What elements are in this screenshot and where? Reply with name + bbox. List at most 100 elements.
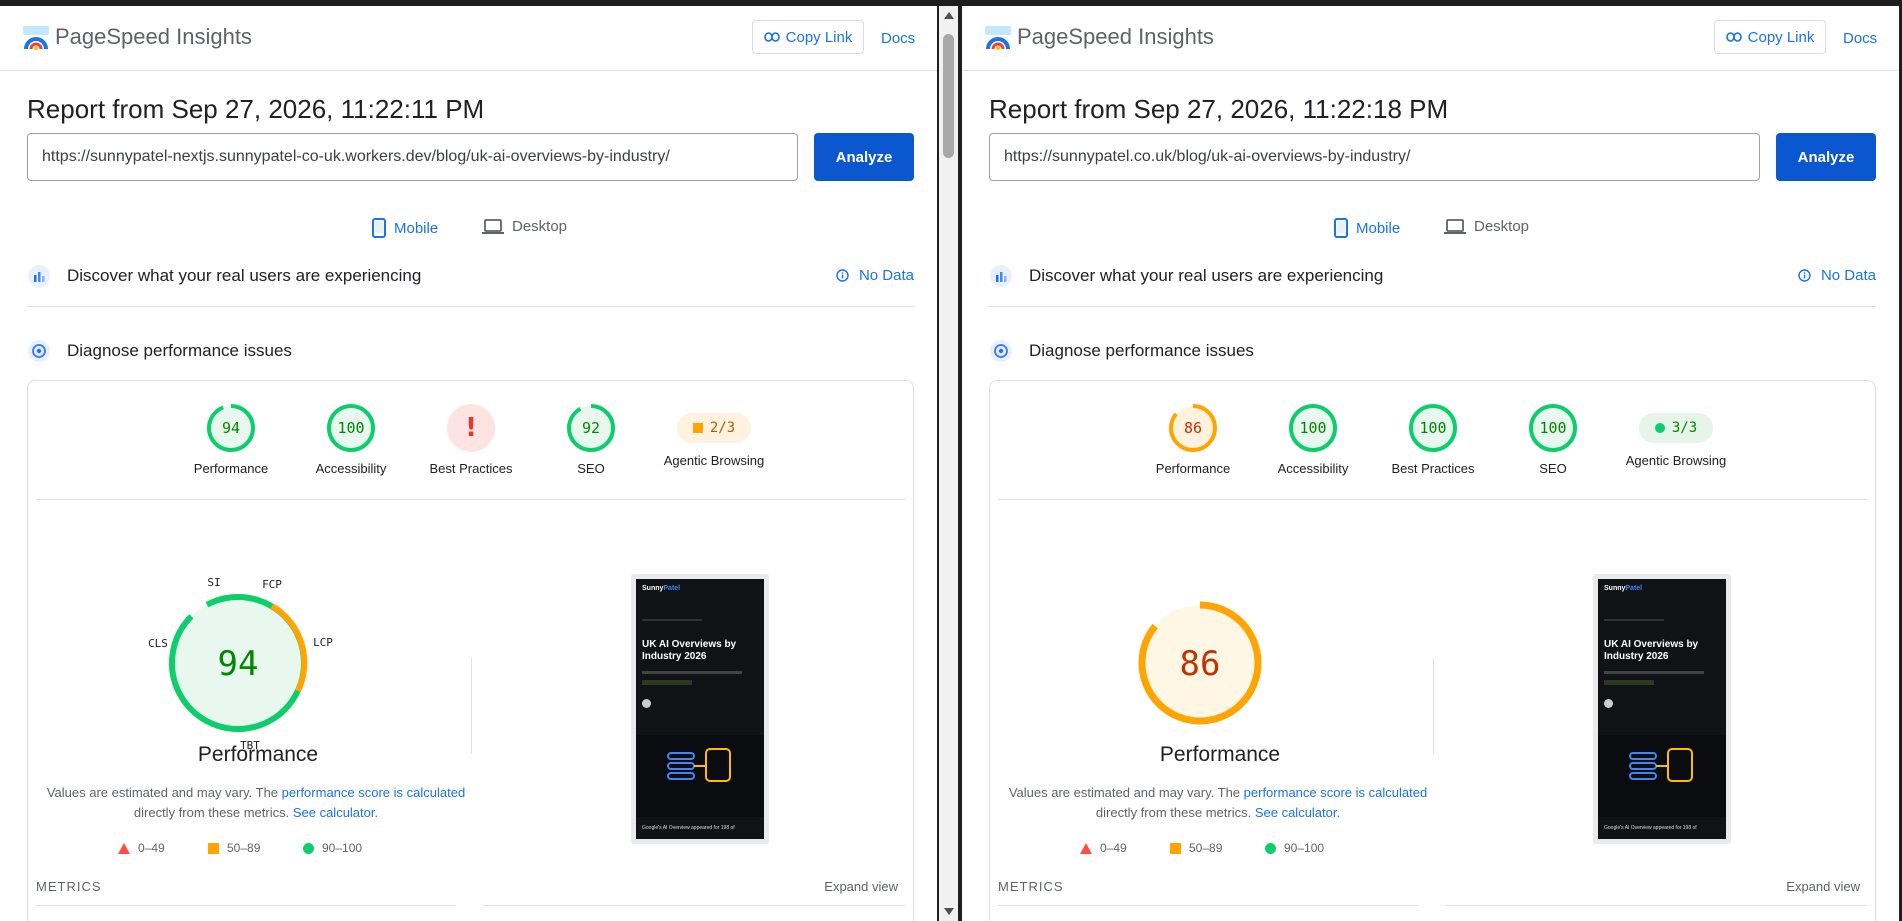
screenshot-brand-b: Patel <box>663 585 681 592</box>
score-calculated-link[interactable]: performance score is calculated <box>282 785 466 800</box>
score-calculated-link[interactable]: performance score is calculated <box>1244 785 1428 800</box>
metrics-divider <box>483 905 905 906</box>
gauge-accessibility[interactable]: 100 Accessibility <box>1258 403 1368 476</box>
url-input[interactable]: https://sunnypatel.co.uk/blog/uk-ai-over… <box>989 133 1760 181</box>
score-legend: 0–49 50–89 90–100 <box>118 841 418 861</box>
section-divider <box>27 306 914 307</box>
copy-link-button[interactable]: Copy Link <box>1714 20 1826 54</box>
card-divider <box>36 499 905 500</box>
gauge-best-practices[interactable]: ! Best Practices <box>416 403 526 476</box>
performance-big-gauge: 86 <box>1110 571 1330 761</box>
gauge-best-practices-score: ! <box>465 413 477 443</box>
gauge-accessibility[interactable]: 100 Accessibility <box>296 403 406 476</box>
no-data-link[interactable]: No Data <box>1798 267 1876 284</box>
tab-desktop[interactable]: Desktop <box>1444 218 1529 235</box>
users-crux-icon <box>28 265 50 287</box>
docs-link[interactable]: Docs <box>1843 30 1877 47</box>
metrics-heading: METRICS <box>998 879 1064 894</box>
diagnose-section: Diagnose performance issues <box>27 331 914 371</box>
gauge-seo-score: 92 <box>582 419 600 437</box>
gauge-performance-label: Performance <box>1155 461 1231 476</box>
brand-title: PageSpeed Insights <box>55 24 252 49</box>
page-screenshot: SunnyPatel UK AI Overviews by Industry 20… <box>631 574 769 844</box>
copy-link-label: Copy Link <box>1747 28 1815 46</box>
page-screenshot: SunnyPatel UK AI Overviews by Industry 20… <box>1593 574 1731 844</box>
gauge-best-practices[interactable]: 100 Best Practices <box>1378 403 1488 476</box>
performance-title: Performance <box>1159 743 1281 766</box>
screenshot-headline-2: Industry 2026 <box>642 651 707 662</box>
scroll-thumb[interactable] <box>943 34 954 158</box>
metrics-divider <box>1445 905 1867 906</box>
real-users-section: Discover what your real users are experi… <box>989 256 1876 296</box>
see-calculator-link[interactable]: See calculator. <box>293 805 378 820</box>
legend-pass: 90–100 <box>303 841 362 855</box>
gauge-best-practices-label: Best Practices <box>429 461 513 476</box>
performance-title: Performance <box>197 743 319 766</box>
real-users-title: Discover what your real users are experi… <box>1029 266 1384 285</box>
expand-view-button[interactable]: Expand view <box>824 879 898 894</box>
triangle-icon <box>1080 842 1092 854</box>
docs-link[interactable]: Docs <box>881 30 915 47</box>
gauge-seo[interactable]: 100 SEO <box>1498 403 1608 476</box>
metrics-divider <box>998 905 1418 906</box>
analyze-button[interactable]: Analyze <box>814 133 914 181</box>
expand-view-button[interactable]: Expand view <box>1786 879 1860 894</box>
screenshot-brand-a: Sunny <box>1604 585 1626 592</box>
metrics-divider <box>36 905 456 906</box>
legend-fail: 0–49 <box>1080 841 1127 855</box>
pagespeed-logo-icon <box>985 26 1011 50</box>
report-title: Report from Sep 27, 2026, 11:22:18 PM <box>989 94 1449 124</box>
no-data-label: No Data <box>858 267 914 284</box>
link-icon <box>763 32 780 42</box>
category-gauges: 86 Performance 100 Accessibility 100 Bes… <box>990 381 1875 499</box>
legend-pass: 90–100 <box>1265 841 1324 855</box>
tab-mobile[interactable]: Mobile <box>1334 218 1400 238</box>
users-crux-icon <box>990 265 1012 287</box>
agentic-pill: 2/3 <box>676 413 752 443</box>
scroll-down-arrow-icon[interactable] <box>944 908 954 915</box>
tab-desktop[interactable]: Desktop <box>482 218 567 235</box>
link-icon <box>1725 32 1742 42</box>
tab-mobile[interactable]: Mobile <box>372 218 438 238</box>
screenshot-brand-b: Patel <box>1625 585 1643 592</box>
screenshot-avatar <box>1604 699 1613 708</box>
gauge-seo[interactable]: 92 SEO <box>536 403 646 476</box>
scroll-up-arrow-icon[interactable] <box>944 12 954 19</box>
real-users-section: Discover what your real users are experi… <box>27 256 914 296</box>
agentic-score: 3/3 <box>1671 420 1698 436</box>
diagnose-icon <box>28 340 50 362</box>
performance-note: Values are estimated and may vary. The p… <box>1008 783 1428 823</box>
screenshot-brand-a: Sunny <box>642 585 664 592</box>
agentic-pill: 3/3 <box>1638 413 1714 443</box>
gauge-agentic[interactable]: 2/3 Agentic Browsing <box>644 403 784 468</box>
copy-link-button[interactable]: Copy Link <box>752 20 864 54</box>
gauge-agentic-label: Agentic Browsing <box>1625 453 1727 468</box>
gauge-performance[interactable]: 94 Performance <box>176 403 286 476</box>
screenshot-tag <box>642 680 692 685</box>
url-input[interactable]: https://sunnypatel-nextjs.sunnypatel-co-… <box>27 133 798 181</box>
square-icon <box>208 842 219 854</box>
see-calculator-link[interactable]: See calculator. <box>1255 805 1340 820</box>
card-divider <box>998 499 1867 500</box>
screenshot-headline: UK AI Overviews by Industry 2026 <box>1604 639 1698 663</box>
metric-si-label: SI <box>207 576 220 589</box>
diagnose-title: Diagnose performance issues <box>67 341 292 360</box>
gauge-performance[interactable]: 86 Performance <box>1138 403 1248 476</box>
laptop-icon <box>1444 218 1466 234</box>
note-prefix: Values are estimated and may vary. The <box>46 785 282 800</box>
brand-title: PageSpeed Insights <box>1017 24 1214 49</box>
gauge-accessibility-label: Accessibility <box>1277 461 1349 476</box>
report-title: Report from Sep 27, 2026, 11:22:11 PM <box>27 94 485 124</box>
no-data-link[interactable]: No Data <box>836 267 914 284</box>
note-middle: directly from these metrics. <box>133 805 293 820</box>
category-gauges: 94 Performance 100 Accessibility ! Best … <box>28 381 913 499</box>
screenshot-brand: SunnyPatel <box>1604 585 1642 592</box>
device-tabs: Mobile Desktop <box>0 214 937 244</box>
metrics-heading: METRICS <box>36 879 102 894</box>
note-prefix: Values are estimated and may vary. The <box>1008 785 1244 800</box>
left-pane-scrollbar[interactable] <box>939 6 958 921</box>
screenshot-headline-1: UK AI Overviews by <box>1604 639 1699 650</box>
analyze-button[interactable]: Analyze <box>1776 133 1876 181</box>
gauge-agentic[interactable]: 3/3 Agentic Browsing <box>1606 403 1746 468</box>
screenshot-meta <box>1604 671 1704 674</box>
